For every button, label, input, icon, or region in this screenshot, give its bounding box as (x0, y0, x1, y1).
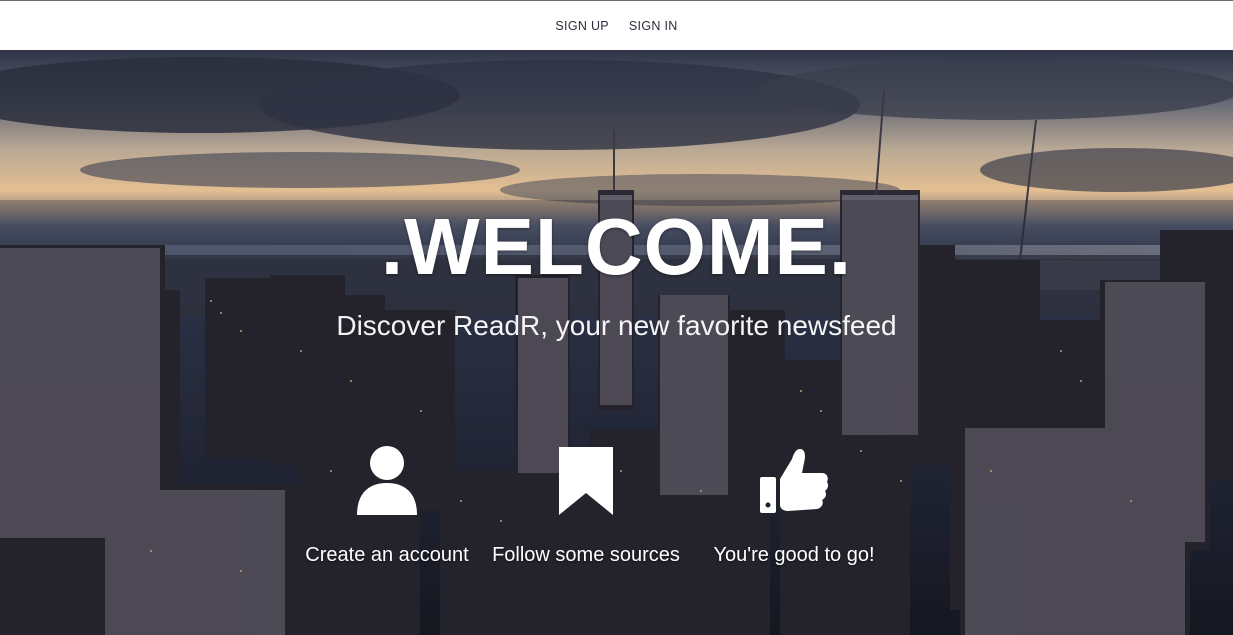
sign-in-link[interactable]: SIGN IN (629, 15, 678, 37)
hero-section: .WELCOME. Discover ReadR, your new favor… (0, 50, 1233, 635)
user-icon (357, 446, 417, 515)
step-label: Create an account (305, 544, 469, 566)
thumbs-up-icon (760, 449, 829, 513)
top-navbar: SIGN UP SIGN IN (0, 0, 1233, 50)
welcome-title: .WELCOME. (380, 202, 853, 291)
hero-subtitle: Discover ReadR, your new favorite newsfe… (336, 310, 897, 341)
step-follow-sources: Follow some sources (486, 445, 686, 567)
sign-up-link[interactable]: SIGN UP (555, 15, 609, 37)
step-good-to-go: You're good to go! (694, 445, 894, 567)
bookmark-icon (559, 447, 613, 515)
step-create-account: Create an account (287, 445, 487, 567)
step-label: You're good to go! (713, 544, 875, 566)
step-label: Follow some sources (492, 544, 680, 566)
